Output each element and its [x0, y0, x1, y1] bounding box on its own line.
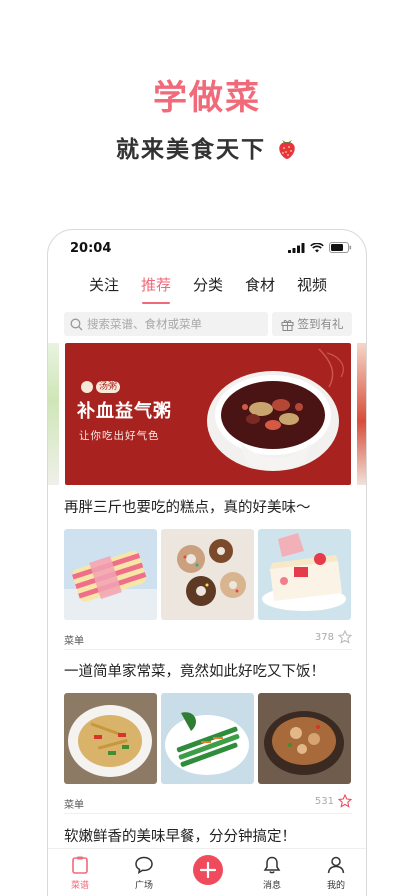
signin-label: 签到有礼: [297, 317, 344, 331]
battery-icon: [329, 242, 352, 253]
donuts-image: [161, 529, 254, 620]
promo-subtitle: 就来美食天下: [0, 130, 414, 166]
article-card[interactable]: 软嫩鲜香的美味早餐，分分钟搞定！: [64, 825, 352, 846]
favorite-button[interactable]: 378: [315, 630, 352, 644]
article-title: 再胖三斤也要吃的糕点，真的好美味～: [64, 500, 311, 516]
signin-gift-button[interactable]: 签到有礼: [272, 312, 352, 336]
article-category: 菜单: [64, 800, 84, 811]
article-card[interactable]: 再胖三斤也要吃的糕点，真的好美味～ 菜单 378: [64, 496, 352, 647]
article-thumbnails: [64, 693, 352, 784]
tab-video[interactable]: 视频: [286, 274, 338, 302]
phone-frame: 20:04 关注 推荐 分类 食材 视频 搜索菜谱、食材或菜单 签到有礼 汤粥 …: [47, 229, 367, 896]
profile-icon: [327, 856, 345, 874]
star-icon: [338, 794, 352, 808]
signal-icon: [288, 242, 305, 253]
status-bar: 20:04: [48, 230, 366, 266]
banner-title: 补血益气粥: [77, 401, 172, 422]
wifi-icon: [310, 242, 324, 252]
strawberry-cake-image: [258, 529, 351, 620]
search-icon: [70, 318, 83, 330]
favorite-button[interactable]: 531: [315, 794, 352, 808]
congee-bowl-image: [207, 348, 344, 471]
braised-dish-image: [258, 693, 351, 784]
status-icons: [288, 242, 352, 253]
tab-follow[interactable]: 关注: [78, 274, 130, 302]
nav-messages-label: 消息: [262, 881, 281, 891]
bell-icon: [263, 856, 281, 874]
add-button[interactable]: [193, 855, 223, 885]
article-thumbnails: [64, 529, 352, 620]
stir-fry-image: [64, 693, 157, 784]
nav-profile-label: 我的: [326, 881, 345, 891]
banner-badge: 汤粥: [81, 381, 121, 393]
divider: [64, 813, 352, 814]
status-time: 20:04: [70, 241, 112, 256]
chat-bubble-icon: [135, 856, 153, 875]
article-meta: 菜单 378: [64, 630, 352, 647]
article-title: 一道简单家常菜，竟然如此好吃又下饭！: [64, 664, 325, 680]
banner-slide[interactable]: 汤粥 补血益气粥 让你吃出好气色: [65, 343, 351, 485]
cake-roll-image: [64, 529, 157, 620]
banner-subtitle: 让你吃出好气色: [79, 430, 160, 442]
star-icon: [338, 630, 352, 644]
green-vegetable-image: [161, 693, 254, 784]
banner-badge-dot: [81, 381, 93, 393]
app-store-screenshot: 学做菜 就来美食天下 20:04 关注 推荐 分类 食材 视频 搜索菜谱、食材或…: [0, 0, 414, 896]
article-card[interactable]: 一道简单家常菜，竟然如此好吃又下饭！ 菜单 531: [64, 660, 352, 811]
gift-icon: [281, 319, 293, 331]
tab-recommend[interactable]: 推荐: [130, 274, 182, 304]
nav-recipes-label: 菜谱: [70, 881, 89, 891]
tab-category[interactable]: 分类: [182, 274, 234, 302]
favorite-count: 531: [314, 795, 334, 807]
bottom-nav: 菜谱 广场 消息 我的: [48, 848, 366, 896]
top-tabs: 关注 推荐 分类 食材 视频: [48, 274, 366, 304]
banner-badge-text: 汤粥: [96, 381, 121, 393]
article-category: 菜单: [64, 636, 84, 647]
nav-square[interactable]: 广场: [112, 849, 176, 896]
divider: [64, 649, 352, 650]
search-input[interactable]: 搜索菜谱、食材或菜单: [64, 312, 268, 336]
banner-carousel[interactable]: 汤粥 补血益气粥 让你吃出好气色: [48, 343, 366, 485]
strawberry-icon: [276, 136, 298, 166]
article-title: 软嫩鲜香的美味早餐，分分钟搞定！: [64, 829, 296, 845]
add-icon: [200, 862, 216, 878]
nav-messages[interactable]: 消息: [240, 849, 304, 896]
recipe-icon: [72, 856, 88, 874]
nav-square-label: 广场: [134, 881, 153, 891]
nav-add[interactable]: [176, 849, 240, 896]
promo-title: 学做菜: [153, 78, 261, 118]
nav-profile[interactable]: 我的: [304, 849, 366, 896]
prev-banner-peek: [48, 343, 59, 485]
search-row: 搜索菜谱、食材或菜单 签到有礼: [64, 312, 352, 336]
favorite-count: 378: [314, 631, 334, 643]
article-meta: 菜单 531: [64, 794, 352, 811]
promo-subtitle-text: 就来美食天下: [116, 137, 266, 163]
next-banner-peek: [357, 343, 366, 485]
search-placeholder: 搜索菜谱、食材或菜单: [87, 317, 202, 331]
nav-recipes[interactable]: 菜谱: [48, 849, 112, 896]
tab-ingredients[interactable]: 食材: [234, 274, 286, 302]
